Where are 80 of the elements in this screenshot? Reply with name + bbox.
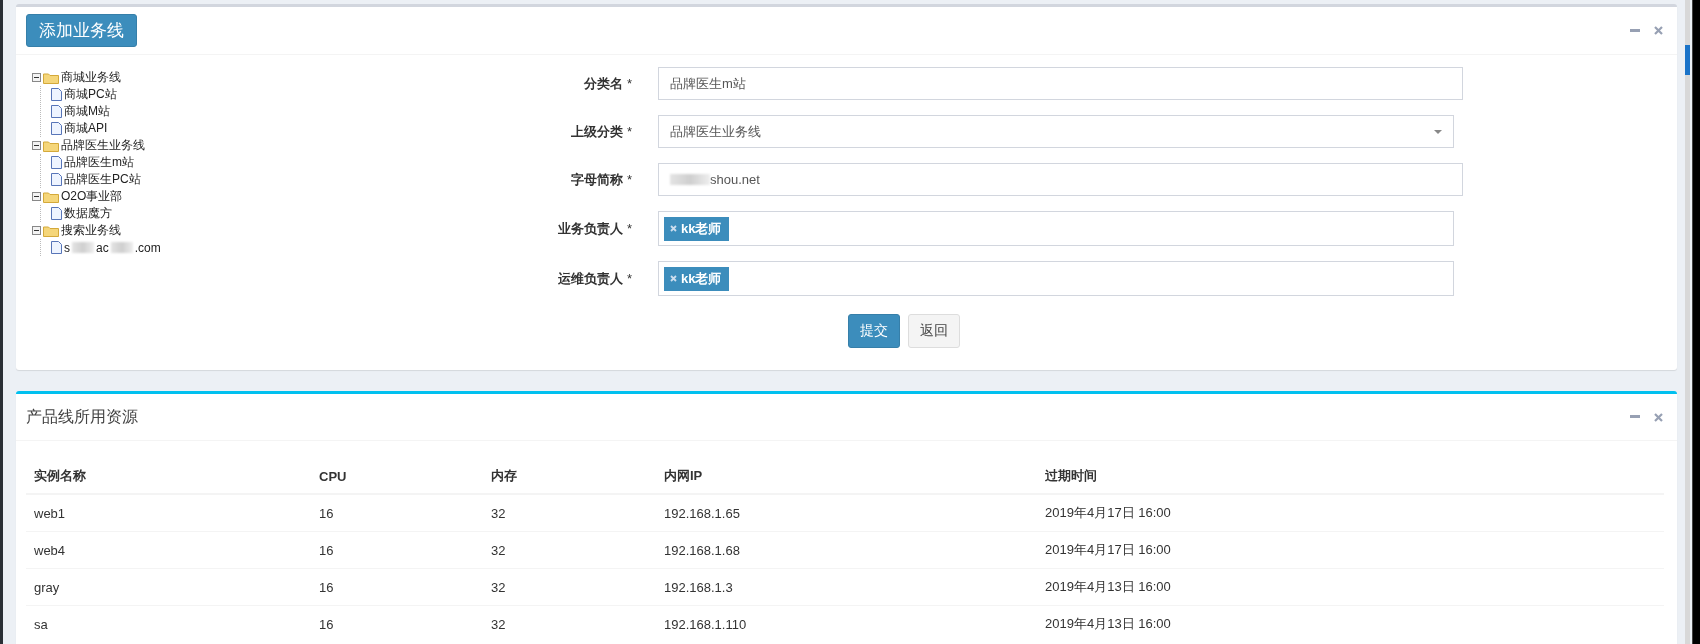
field-label: 运维负责人 * <box>557 269 632 288</box>
table-cell: 192.168.1.110 <box>656 605 1037 642</box>
text-field[interactable]: 品牌医生m站 <box>658 67 1463 100</box>
folder-icon <box>43 71 59 84</box>
table-cell: 2019年4月13日 16:00 <box>1037 605 1664 642</box>
tree-item-label[interactable]: 品牌医生m站 <box>64 154 134 171</box>
back-button[interactable]: 返回 <box>908 314 960 348</box>
tag-input-field[interactable]: kk老师 <box>658 261 1454 296</box>
minus-box-icon[interactable] <box>32 141 41 150</box>
submit-button[interactable]: 提交 <box>848 314 900 348</box>
tree-item-label[interactable]: 品牌医生业务线 <box>61 137 145 154</box>
select-field[interactable]: 品牌医生业务线 <box>658 115 1454 148</box>
tree-item-label[interactable]: 品牌医生PC站 <box>64 171 141 188</box>
table-cell: 16 <box>311 494 483 532</box>
remove-icon[interactable] <box>670 275 677 282</box>
tree-item-label[interactable]: s <box>64 240 70 255</box>
collapse-icon[interactable] <box>1630 415 1640 419</box>
column-header: 内存 <box>483 459 656 494</box>
close-icon[interactable] <box>1654 412 1663 422</box>
add-button[interactable]: 添加业务线 <box>26 14 137 47</box>
minus-box-icon[interactable] <box>32 192 41 201</box>
table-cell: gray <box>26 568 311 606</box>
folder-icon <box>43 190 59 203</box>
document-icon <box>51 88 62 101</box>
document-icon <box>51 105 62 118</box>
table-cell: 16 <box>311 531 483 569</box>
document-icon <box>51 241 62 254</box>
table-cell: web1 <box>26 494 311 532</box>
table-cell: 2019年4月17日 16:00 <box>1037 494 1664 532</box>
field-label: 业务负责人 * <box>557 219 632 238</box>
table-cell: sa <box>26 605 311 642</box>
table-cell: 16 <box>311 605 483 642</box>
document-icon <box>51 122 62 135</box>
close-icon[interactable] <box>1654 26 1663 35</box>
blurred-text <box>670 174 710 185</box>
field-label: 上级分类 * <box>570 122 632 141</box>
scrollbar[interactable] <box>1685 0 1690 644</box>
text-field[interactable]: shou.net <box>658 163 1463 196</box>
table-cell: 32 <box>483 494 656 532</box>
table-cell: web4 <box>26 531 311 569</box>
remove-icon[interactable] <box>670 225 677 232</box>
table-cell: 192.168.1.68 <box>656 531 1037 569</box>
collapse-icon[interactable] <box>1630 28 1640 33</box>
person-tag: kk老师 <box>664 266 730 291</box>
minus-box-icon[interactable] <box>32 73 41 82</box>
tree-item-label[interactable]: 数据魔方 <box>64 205 112 222</box>
blurred-text <box>72 242 94 253</box>
tree-item-label[interactable]: 商城API <box>64 120 108 137</box>
document-icon <box>51 207 62 220</box>
minus-box-icon[interactable] <box>32 226 41 235</box>
tree-item-label[interactable]: 商城M站 <box>64 103 110 120</box>
column-header: 内网IP <box>656 459 1037 494</box>
field-label: 分类名 * <box>583 74 632 93</box>
field-label: 字母简称 * <box>570 170 632 189</box>
tag-input-field[interactable]: kk老师 <box>658 211 1454 246</box>
tree-item-label[interactable]: ac <box>96 240 109 255</box>
person-tag: kk老师 <box>664 216 730 241</box>
tree-item-label[interactable]: 商城PC站 <box>64 86 117 103</box>
document-icon <box>51 173 62 186</box>
panel-title: 产品线所用资源 <box>26 406 138 427</box>
table-cell: 2019年4月17日 16:00 <box>1037 531 1664 569</box>
table-cell: 32 <box>483 531 656 569</box>
tree-item-label[interactable]: 商城业务线 <box>61 69 121 86</box>
caret-icon <box>1434 129 1442 134</box>
tree-item-label[interactable]: O2O事业部 <box>61 188 123 205</box>
column-header: 过期时间 <box>1037 459 1664 494</box>
tree-item-label[interactable]: 搜索业务线 <box>61 222 121 239</box>
folder-icon <box>43 224 59 237</box>
blurred-text <box>110 242 133 253</box>
column-header: 实例名称 <box>26 459 311 494</box>
table-cell: 32 <box>483 605 656 642</box>
table-cell: 2019年4月13日 16:00 <box>1037 568 1664 606</box>
table-cell: 16 <box>311 568 483 606</box>
tree-item-label[interactable]: .com <box>134 240 161 255</box>
table-cell: 192.168.1.65 <box>656 494 1037 532</box>
document-icon <box>51 156 62 169</box>
table-cell: 32 <box>483 568 656 606</box>
column-header: CPU <box>311 459 483 494</box>
folder-icon <box>43 139 59 152</box>
table-cell: 192.168.1.3 <box>656 568 1037 606</box>
